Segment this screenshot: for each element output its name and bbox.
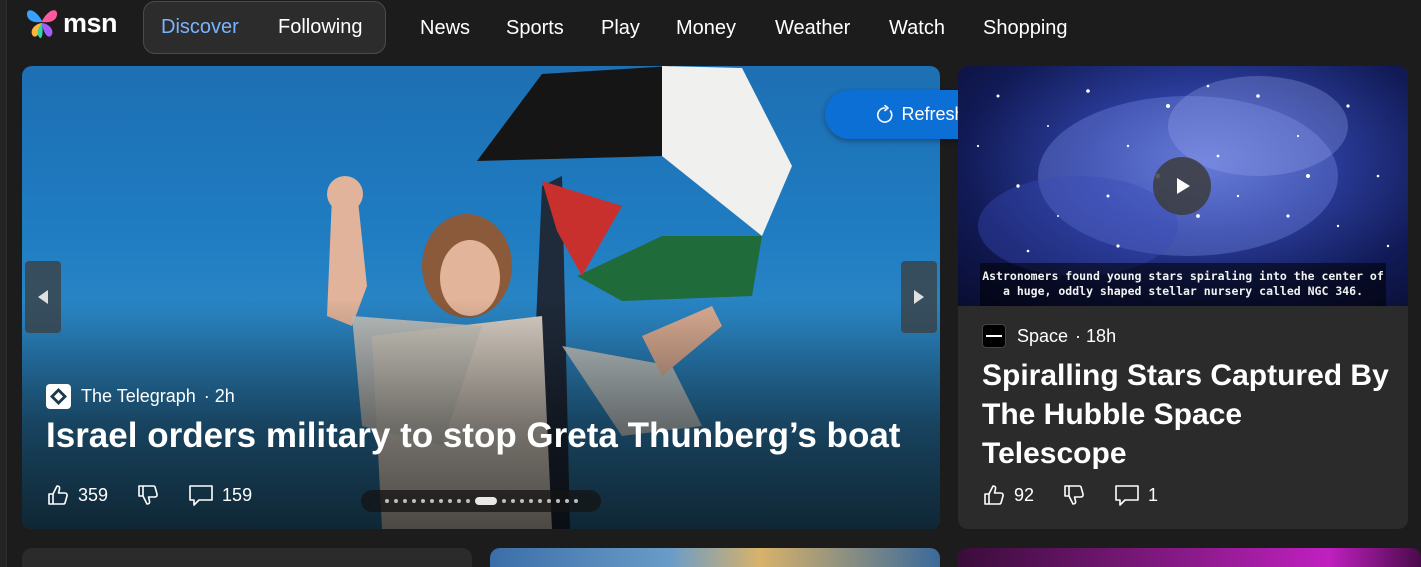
nav-shopping[interactable]: Shopping: [983, 0, 1068, 56]
carousel-pagination[interactable]: [361, 490, 601, 512]
nav-watch[interactable]: Watch: [889, 0, 945, 56]
tab-following[interactable]: Following: [278, 2, 362, 53]
nav-weather[interactable]: Weather: [775, 0, 850, 56]
carousel-dot[interactable]: [456, 499, 461, 503]
play-icon: [1177, 178, 1190, 194]
carousel-dot[interactable]: [411, 499, 416, 503]
carousel-dot[interactable]: [384, 499, 389, 503]
comment-icon: [1115, 485, 1139, 506]
side-like-count: 92: [1014, 484, 1035, 505]
side-comment-count: 1: [1148, 484, 1159, 505]
carousel-dot[interactable]: [528, 499, 533, 503]
hero-reactions: 359 159: [46, 483, 252, 507]
carousel-dot[interactable]: [447, 499, 452, 503]
carousel-dot[interactable]: [402, 499, 407, 503]
thumbs-up-icon: [984, 485, 1004, 505]
bottom-card-3[interactable]: [958, 548, 1421, 567]
side-source-line: Space · 18h: [982, 324, 1116, 348]
telegraph-logo-icon[interactable]: [46, 384, 71, 409]
left-edge-bar: [0, 0, 7, 567]
side-story-card[interactable]: Astronomers found young stars spiraling …: [958, 66, 1408, 529]
carousel-previous-button[interactable]: [25, 261, 61, 333]
carousel-dot[interactable]: [537, 499, 542, 503]
carousel-dot[interactable]: [564, 499, 569, 503]
hero-source-name[interactable]: The Telegraph: [81, 386, 196, 407]
carousel-dot[interactable]: [519, 499, 524, 503]
side-comment-button[interactable]: 1: [1114, 483, 1158, 507]
hero-age: · 2h: [203, 386, 235, 406]
carousel-dot[interactable]: [555, 499, 560, 503]
side-story-image: Astronomers found young stars spiraling …: [958, 66, 1408, 306]
tab-discover[interactable]: Discover: [161, 2, 239, 53]
bottom-card-2[interactable]: [490, 548, 940, 567]
chevron-right-icon: [914, 290, 924, 304]
carousel-dot[interactable]: [438, 499, 443, 503]
carousel-dot[interactable]: [465, 499, 470, 503]
bottom-card-1[interactable]: [22, 548, 472, 567]
carousel-dot[interactable]: [501, 499, 506, 503]
butterfly-icon: [26, 10, 58, 39]
nav-news[interactable]: News: [420, 0, 470, 56]
brand-name: msn: [63, 7, 118, 38]
side-reactions: 92 1: [982, 483, 1158, 507]
chevron-left-icon: [38, 290, 48, 304]
thumbs-down-icon: [1064, 485, 1084, 505]
carousel-dot[interactable]: [546, 499, 551, 503]
carousel-dot[interactable]: [393, 499, 398, 503]
hero-headline[interactable]: Israel orders military to stop Greta Thu…: [46, 416, 900, 456]
video-caption: Astronomers found young stars spiraling …: [982, 269, 1384, 298]
comment-icon: [189, 485, 213, 506]
side-like-button[interactable]: 92: [982, 483, 1034, 507]
hero-dislike-button[interactable]: [136, 483, 160, 507]
hero-like-count: 359: [78, 484, 109, 505]
top-navigation: msn Discover Following News Sports Play …: [0, 0, 1421, 56]
thumbs-down-icon: [138, 485, 158, 505]
carousel-dot[interactable]: [573, 499, 578, 503]
refresh-icon: [877, 104, 894, 123]
nav-sports[interactable]: Sports: [506, 0, 564, 56]
nav-play[interactable]: Play: [601, 0, 640, 56]
carousel-dot[interactable]: [429, 499, 434, 503]
space-logo-icon[interactable]: [982, 324, 1006, 348]
side-age: · 18h: [1075, 325, 1117, 346]
carousel-dot[interactable]: [510, 499, 515, 503]
thumbs-up-icon: [48, 485, 68, 505]
hero-source-line: The Telegraph · 2h: [46, 384, 235, 409]
hero-comment-button[interactable]: 159: [188, 483, 252, 507]
hero-comment-count: 159: [222, 484, 253, 505]
nav-money[interactable]: Money: [676, 0, 736, 56]
carousel-dot[interactable]: [420, 499, 425, 503]
side-source-name[interactable]: Space: [1017, 326, 1068, 347]
side-headline[interactable]: Spiralling Stars Captured By The Hubble …: [982, 356, 1392, 473]
hero-story-card[interactable]: The Telegraph · 2h Israel orders militar…: [22, 66, 940, 529]
carousel-next-button[interactable]: [901, 261, 937, 333]
carousel-dot[interactable]: [474, 497, 497, 505]
side-dislike-button[interactable]: [1062, 483, 1086, 507]
feed-mode-switch: Discover Following: [143, 1, 386, 54]
msn-logo[interactable]: msn: [24, 3, 118, 43]
hero-like-button[interactable]: 359: [46, 483, 108, 507]
play-video-button[interactable]: [1153, 157, 1211, 215]
